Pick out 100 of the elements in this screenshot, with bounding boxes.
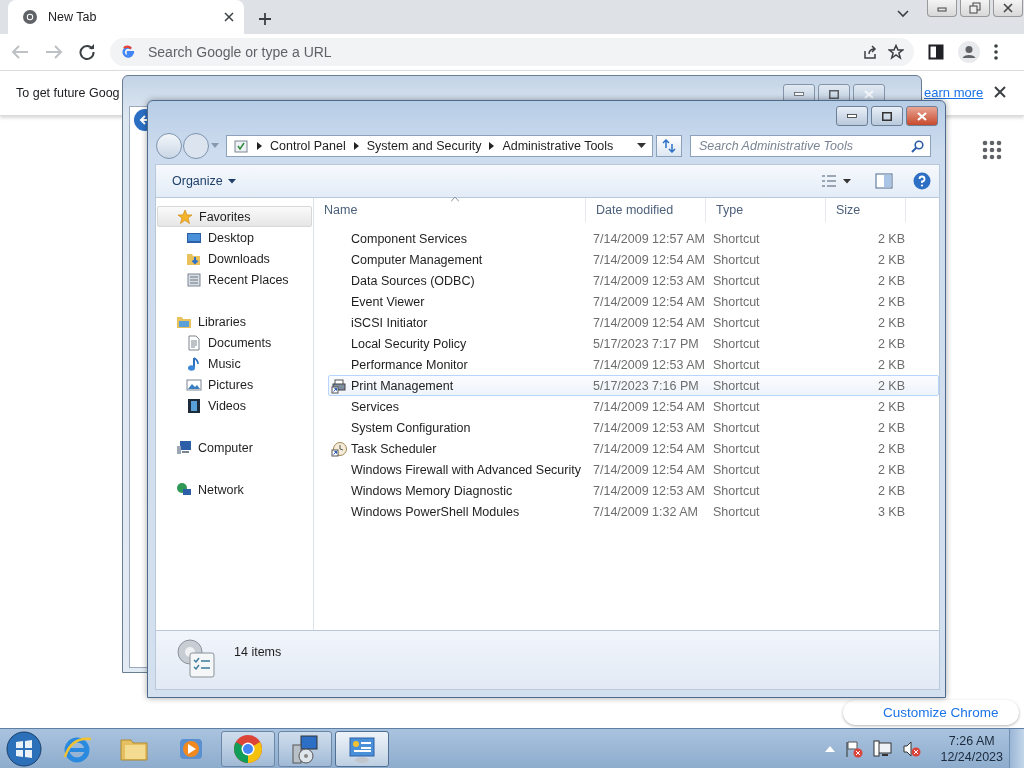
maximize-icon [829, 89, 839, 99]
recent-places-icon [186, 271, 202, 288]
nav-item[interactable]: Documents [156, 332, 313, 353]
nav-item[interactable]: Desktop [156, 227, 313, 248]
caret-icon[interactable] [843, 178, 851, 184]
file-name: Print Management [351, 378, 454, 393]
infobar-text: To get future Goog [16, 86, 120, 100]
nav-item[interactable]: Downloads [156, 248, 313, 269]
file-row[interactable]: Performance Monitor 7/14/2009 12:53 AM Shortcut 2 KB [328, 354, 939, 375]
nav-item[interactable]: Videos [156, 395, 313, 416]
profile-icon[interactable] [958, 41, 980, 63]
breadcrumb-item[interactable]: Control Panel [270, 139, 346, 153]
dropdown-arrow-icon[interactable] [637, 143, 646, 149]
date-cell-text: 5/17/2023 7:16 PM [592, 378, 700, 393]
nav-item[interactable]: Pictures [156, 374, 313, 395]
file-row[interactable]: Print Management 5/17/2023 7:16 PM Shortcut 2 KB [328, 375, 939, 396]
plus-icon[interactable] [258, 12, 272, 26]
file-name: Data Sources (ODBC) [351, 273, 475, 288]
clock[interactable]: 7:26 AM 12/24/2023 [940, 732, 1003, 765]
file-row[interactable]: Services 7/14/2009 12:54 AM Shortcut 2 KB [328, 396, 939, 417]
taskbar-button[interactable] [335, 730, 389, 767]
share-icon[interactable] [862, 44, 878, 60]
reload-icon[interactable] [78, 43, 96, 61]
menu-icon[interactable] [994, 44, 998, 60]
file-row[interactable]: Local Security Policy 5/17/2023 7:17 PM Shortcut 2 KB [328, 333, 939, 354]
size-cell-text: 2 KB [876, 273, 906, 288]
breadcrumb-arrow-icon [353, 142, 359, 150]
minimize-icon [847, 114, 857, 118]
type-cell-text: Shortcut [712, 462, 761, 477]
network-icon[interactable] [873, 739, 894, 758]
star-icon[interactable] [888, 44, 904, 60]
address-bar[interactable]: Control Panel System and Security Administrative Tools [226, 135, 653, 157]
size-cell-text: 2 KB [876, 420, 906, 435]
close-icon[interactable] [994, 86, 1006, 98]
restore-button[interactable] [960, 0, 990, 17]
column-header[interactable]: Size [826, 198, 906, 222]
file-row[interactable]: Event Viewer 7/14/2009 12:54 AM Shortcut 2 KB [328, 291, 939, 312]
learn-more-link[interactable]: earn more [924, 85, 984, 100]
file-row[interactable]: Windows Firewall with Advanced Security 7/14/2009 12:54 AM Shortcut 2 KB [328, 459, 939, 480]
file-row[interactable]: Windows PowerShell Modules 7/14/2009 1:32 AM Shortcut 3 KB [328, 501, 939, 522]
chevron-down-icon[interactable] [897, 10, 909, 18]
restore-icon [968, 1, 982, 15]
date-cell-text: 7/14/2009 12:54 AM [592, 315, 706, 330]
file-row[interactable]: Data Sources (ODBC) 7/14/2009 12:53 AM Shortcut 2 KB [328, 270, 939, 291]
nav-item[interactable]: Network [157, 479, 312, 500]
file-row[interactable]: iSCSI Initiator 7/14/2009 12:54 AM Shortcut 2 KB [328, 312, 939, 333]
flag-icon[interactable] [844, 739, 865, 758]
file-row[interactable]: Windows Memory Diagnostic 7/14/2009 12:53 AM Shortcut 2 KB [328, 480, 939, 501]
nav-item[interactable]: Music [156, 353, 313, 374]
speaker-muted-icon[interactable] [902, 739, 923, 758]
close-button[interactable] [906, 106, 938, 126]
size-cell-text: 2 KB [876, 399, 906, 414]
customize-chrome-button[interactable]: Customize Chrome [843, 700, 1019, 725]
type-cell-text: Shortcut [712, 294, 761, 309]
refresh-button[interactable] [656, 135, 682, 157]
side-panel-icon[interactable] [928, 44, 944, 60]
star-icon [177, 208, 193, 225]
back-arrow-icon[interactable] [133, 108, 147, 132]
breadcrumb-arrow-icon [489, 142, 495, 150]
nav-item[interactable]: Recent Places [156, 269, 313, 290]
nav-item[interactable]: Libraries [157, 311, 312, 332]
date-cell-text: 7/14/2009 1:32 AM [592, 504, 699, 519]
file-row[interactable]: Component Services 7/14/2009 12:57 AM Shortcut 2 KB [328, 228, 939, 249]
column-header[interactable]: Name [314, 198, 586, 222]
close-icon[interactable] [224, 12, 234, 22]
nav-item[interactable]: Favorites [157, 206, 312, 227]
size-cell-text: 2 KB [876, 294, 906, 309]
size-cell-text: 2 KB [876, 441, 906, 456]
start-orb-icon[interactable] [6, 730, 42, 767]
browser-tab[interactable]: New Tab [8, 0, 244, 34]
file-name: Windows Firewall with Advanced Security [351, 462, 581, 477]
close-icon [1001, 1, 1015, 15]
apps-grid-icon[interactable] [982, 140, 1002, 160]
file-row[interactable]: Computer Management 7/14/2009 12:54 AM Shortcut 2 KB [328, 249, 939, 270]
breadcrumb-item[interactable]: System and Security [366, 139, 482, 153]
type-cell-text: Shortcut [712, 399, 761, 414]
date-cell-text: 7/14/2009 12:54 AM [592, 441, 706, 456]
close-button[interactable] [993, 0, 1023, 17]
address-field[interactable]: Search Google or type a URL [146, 43, 852, 61]
size-cell-text: 2 KB [876, 336, 906, 351]
nav-item[interactable]: Computer [157, 437, 312, 458]
show-desktop-button[interactable] [1009, 728, 1024, 768]
organize-button[interactable]: Organize [166, 172, 242, 190]
minimize-button[interactable] [836, 106, 868, 126]
minimize-icon [794, 92, 804, 96]
size-cell-text: 2 KB [876, 315, 906, 330]
file-row[interactable]: System Configuration 7/14/2009 12:53 AM Shortcut 2 KB [328, 417, 939, 438]
breadcrumb-item[interactable]: Administrative Tools [502, 139, 614, 153]
taskbar-button[interactable] [221, 730, 275, 767]
breadcrumb-arrow-icon [257, 142, 262, 150]
date-cell-text: 7/14/2009 12:53 AM [592, 273, 706, 288]
printer-icon [331, 377, 347, 394]
size-cell-text: 2 KB [876, 231, 906, 246]
address-bar[interactable]: Search Google or type a URL [110, 38, 914, 66]
file-row[interactable]: Task Scheduler 7/14/2009 12:54 AM Shortcut 2 KB [328, 438, 939, 459]
column-header[interactable]: Date modified [586, 198, 706, 222]
taskbar-button[interactable] [278, 730, 332, 767]
maximize-button[interactable] [871, 106, 903, 126]
help-icon[interactable] [913, 172, 931, 190]
column-header[interactable]: Type [706, 198, 826, 222]
